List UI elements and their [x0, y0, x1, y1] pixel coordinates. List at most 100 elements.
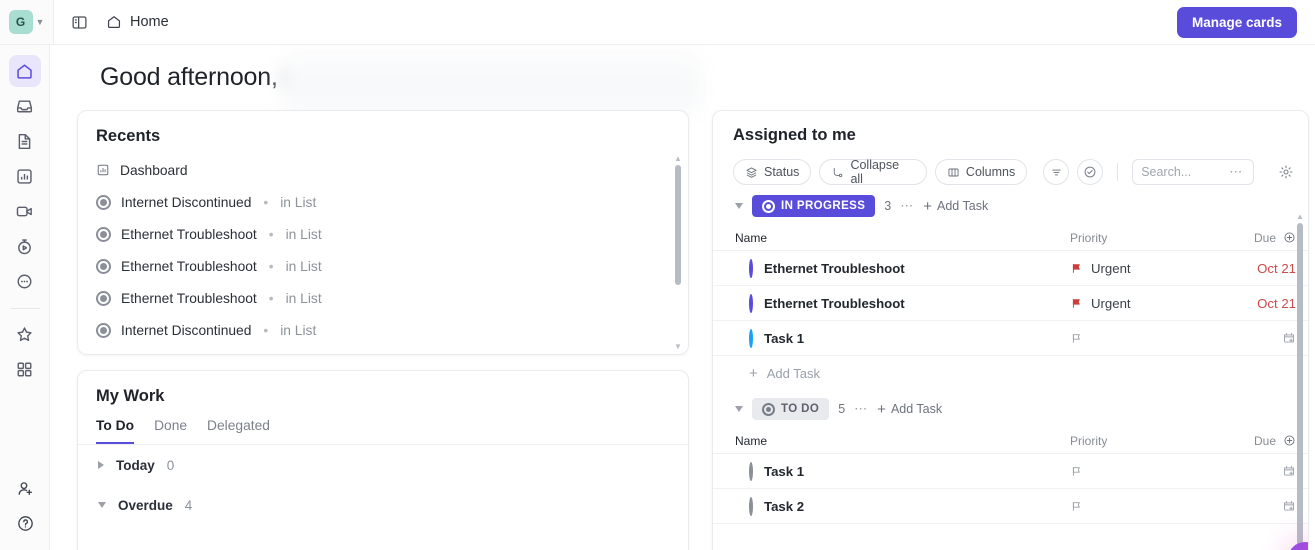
my-work-group-overdue[interactable]: Overdue 4 — [78, 485, 688, 525]
due-cell[interactable] — [1220, 464, 1308, 478]
chevron-down-icon[interactable]: ▼ — [36, 17, 45, 27]
sidebar-item-dashboards[interactable] — [9, 160, 41, 192]
floating-action-button[interactable] — [1288, 542, 1308, 550]
help-icon[interactable] — [9, 507, 41, 539]
search-box[interactable]: ⋯ — [1132, 159, 1255, 185]
in-progress-icon[interactable] — [749, 293, 753, 313]
sidebar-item-home[interactable] — [8, 55, 41, 87]
flag-icon[interactable] — [1070, 500, 1083, 513]
task-name-cell[interactable]: Task 2 — [735, 496, 1070, 516]
flag-icon[interactable] — [1070, 262, 1083, 275]
gear-icon[interactable] — [1278, 164, 1294, 180]
scroll-up-icon[interactable]: ▲ — [1296, 213, 1304, 221]
priority-cell[interactable] — [1070, 500, 1220, 513]
blue-done-icon[interactable] — [749, 328, 753, 348]
scrollbar-thumb[interactable] — [1297, 223, 1303, 550]
columns-button[interactable]: Columns — [934, 159, 1028, 185]
chevron-down-icon[interactable] — [735, 203, 743, 209]
column-header-due-label[interactable]: Due — [1254, 434, 1276, 448]
recents-item[interactable]: Internet Discontinued • in List — [96, 314, 688, 346]
column-header-priority[interactable]: Priority — [1070, 434, 1220, 448]
in-progress-icon[interactable] — [749, 258, 753, 278]
table-row[interactable]: Task 1 — [713, 454, 1308, 489]
recents-item[interactable]: Ethernet Troubleshoot • in List — [96, 282, 688, 314]
sidebar-item-apps[interactable] — [9, 353, 41, 385]
todo-icon[interactable] — [749, 461, 753, 481]
task-group-header[interactable]: TO DO 5 ⋯ + Add Task — [713, 390, 1308, 428]
due-date[interactable]: Oct 21 — [1257, 261, 1296, 276]
ellipsis-icon[interactable]: ⋯ — [1229, 164, 1243, 180]
workspace-avatar[interactable]: G — [8, 10, 33, 34]
status-badge[interactable]: TO DO — [752, 398, 830, 420]
priority-cell[interactable] — [1070, 332, 1220, 345]
chevron-down-icon[interactable] — [735, 406, 743, 412]
manage-cards-button[interactable]: Manage cards — [1176, 7, 1297, 38]
tab-done[interactable]: Done — [154, 418, 187, 444]
workspace-switcher[interactable]: G ▼ — [0, 0, 54, 44]
table-row[interactable]: Task 1 — [713, 321, 1308, 356]
recents-item[interactable]: Internet Discontinued • in List — [96, 186, 688, 218]
due-cell[interactable]: Oct 21 — [1220, 296, 1308, 311]
table-row[interactable]: Ethernet Troubleshoot Urgent Oct 21 — [713, 251, 1308, 286]
set-due-date-icon[interactable] — [1282, 499, 1296, 513]
search-input[interactable] — [1141, 165, 1230, 179]
add-column-icon[interactable] — [1283, 231, 1296, 244]
task-name-cell[interactable]: Ethernet Troubleshoot — [735, 258, 1070, 278]
task-name-cell[interactable]: Task 1 — [735, 461, 1070, 481]
sidebar-item-timer[interactable] — [9, 230, 41, 262]
due-date[interactable]: Oct 21 — [1257, 296, 1296, 311]
due-cell[interactable] — [1220, 331, 1308, 345]
filter-icon[interactable] — [1043, 159, 1070, 185]
add-task-row[interactable]: + Add Task — [713, 356, 1308, 390]
assigned-scrollbar[interactable]: ▲ — [1296, 213, 1304, 550]
tab-to-do[interactable]: To Do — [96, 418, 135, 444]
scrollbar-thumb[interactable] — [675, 165, 681, 285]
scroll-up-icon[interactable]: ▲ — [674, 155, 682, 163]
flag-icon[interactable] — [1070, 297, 1083, 310]
group-ellipsis-icon[interactable]: ⋯ — [854, 401, 868, 417]
flag-icon[interactable] — [1070, 332, 1083, 345]
priority-cell[interactable]: Urgent — [1070, 261, 1220, 276]
table-row[interactable]: Ethernet Troubleshoot Urgent Oct 21 — [713, 286, 1308, 321]
due-cell[interactable] — [1220, 499, 1308, 513]
priority-cell[interactable] — [1070, 465, 1220, 478]
column-header-due-label[interactable]: Due — [1254, 231, 1276, 245]
column-header-priority[interactable]: Priority — [1070, 231, 1220, 245]
column-header-name[interactable]: Name — [735, 434, 1070, 448]
task-name-cell[interactable]: Ethernet Troubleshoot — [735, 293, 1070, 313]
recents-scrollbar[interactable]: ▲ ▼ — [674, 155, 682, 351]
sidebar-item-clips[interactable] — [9, 195, 41, 227]
add-task-button[interactable]: + Add Task — [877, 402, 942, 417]
add-column-icon[interactable] — [1283, 434, 1296, 447]
task-group-header[interactable]: IN PROGRESS 3 ⋯ + Add Task — [713, 187, 1308, 225]
set-due-date-icon[interactable] — [1282, 331, 1296, 345]
group-ellipsis-icon[interactable]: ⋯ — [900, 198, 914, 214]
sidebar-item-more[interactable] — [9, 265, 41, 297]
recents-item[interactable]: Ethernet Troubleshoot • in List — [96, 250, 688, 282]
breadcrumb[interactable]: Home — [106, 14, 169, 30]
collapse-all-button[interactable]: Collapse all — [819, 158, 927, 186]
sidebar-toggle-icon[interactable] — [68, 11, 90, 33]
recents-item[interactable]: Dashboard — [96, 154, 688, 186]
invite-user-icon[interactable] — [9, 472, 41, 504]
scroll-down-icon[interactable]: ▼ — [674, 343, 682, 351]
status-filter-button[interactable]: Status — [733, 159, 812, 185]
recents-item[interactable]: Ethernet Troubleshoot • in List — [96, 218, 688, 250]
table-row[interactable]: Task 2 — [713, 489, 1308, 524]
column-header-name[interactable]: Name — [735, 231, 1070, 245]
check-circle-icon[interactable] — [1077, 159, 1104, 185]
task-name-cell[interactable]: Task 1 — [735, 328, 1070, 348]
my-work-group-today[interactable]: Today 0 — [78, 445, 688, 485]
add-task-button[interactable]: + Add Task — [923, 199, 988, 214]
status-badge[interactable]: IN PROGRESS — [752, 195, 876, 217]
chevron-right-icon[interactable] — [98, 461, 104, 469]
todo-icon[interactable] — [749, 496, 753, 516]
priority-cell[interactable]: Urgent — [1070, 296, 1220, 311]
set-due-date-icon[interactable] — [1282, 464, 1296, 478]
sidebar-item-favorites[interactable] — [9, 318, 41, 350]
sidebar-item-docs[interactable] — [9, 125, 41, 157]
sidebar-item-inbox[interactable] — [9, 90, 41, 122]
chevron-down-icon[interactable] — [98, 502, 106, 508]
tab-delegated[interactable]: Delegated — [207, 418, 270, 444]
flag-icon[interactable] — [1070, 465, 1083, 478]
